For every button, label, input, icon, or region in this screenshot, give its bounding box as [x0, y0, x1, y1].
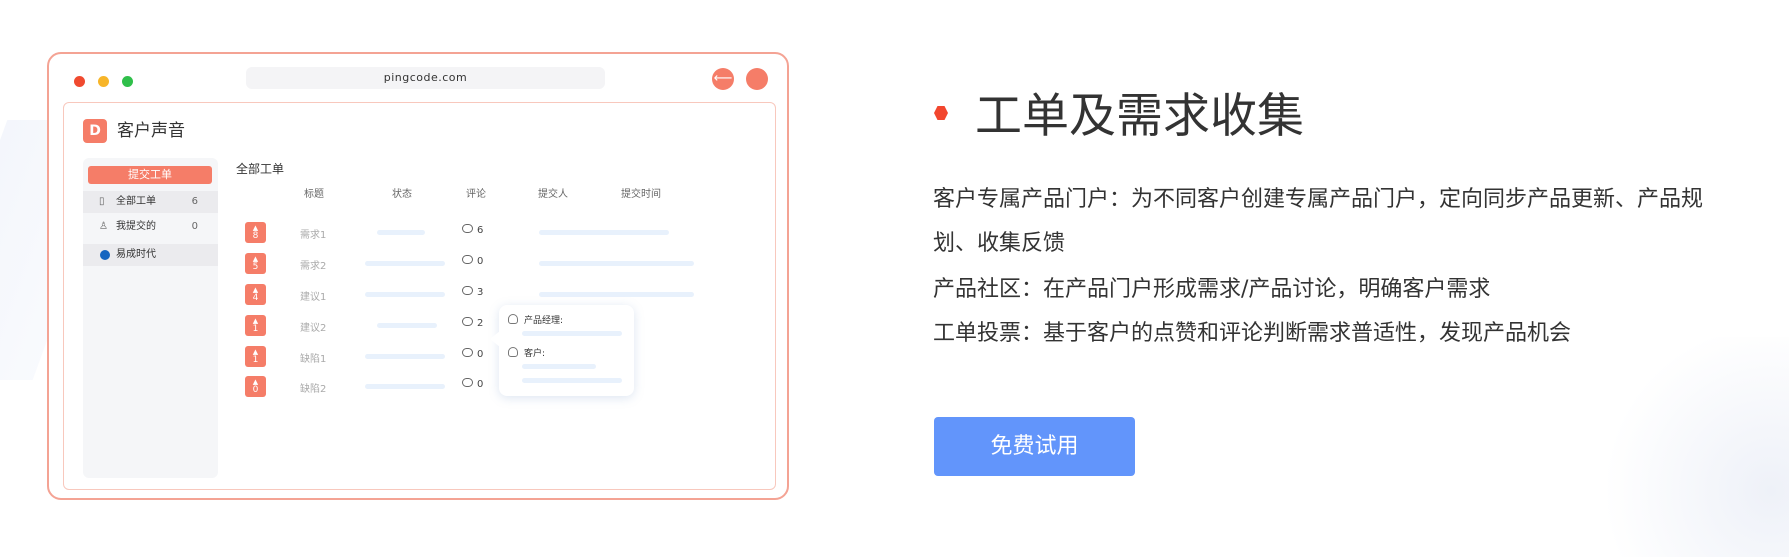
- row-placeholder-bar: [539, 261, 694, 266]
- app-title: 客户声音: [117, 121, 185, 141]
- feature-line-2: 划、收集反馈: [933, 231, 1066, 256]
- sidebar-item-label: 全部工单: [116, 196, 156, 207]
- status-placeholder: [377, 323, 437, 328]
- comment-icon: [462, 224, 473, 233]
- free-trial-button[interactable]: 免费试用: [934, 417, 1135, 476]
- user-icon: ♙: [99, 221, 108, 232]
- comment-count: 6: [462, 224, 483, 236]
- vote-badge: ▲ 1: [245, 346, 266, 367]
- status-placeholder: [365, 384, 445, 389]
- sidebar-item-label: 我提交的: [116, 221, 156, 232]
- comment-icon: [462, 378, 473, 387]
- popup-placeholder-bar: [522, 364, 596, 369]
- user-icon: [508, 347, 518, 357]
- vote-badge: ▲ 5: [245, 253, 266, 274]
- feature-line-4: 工单投票：基于客户的点赞和评论判断需求普适性，发现产品机会: [933, 321, 1572, 346]
- comment-icon: [462, 348, 473, 357]
- column-header-submit-time: 提交时间: [621, 189, 661, 200]
- sidebar-item-label: 易成时代: [116, 249, 156, 260]
- page-heading: 工单及需求收集: [975, 89, 1304, 144]
- sidebar: 提交工单 ▯ 全部工单 6 ♙ 我提交的 0 易成时代: [83, 158, 218, 478]
- popup-manager-row: 产品经理:: [508, 313, 563, 326]
- row-title: 建议2: [300, 323, 327, 334]
- list-title: 全部工单: [236, 162, 285, 176]
- row-title: 建议1: [300, 292, 327, 303]
- column-header-title: 标题: [304, 189, 324, 200]
- row-placeholder-bar: [539, 230, 669, 235]
- comment-icon: [462, 255, 473, 264]
- browser-mockup: pingcode.com ⟵ D 客户声音 提交工单 ▯ 全部工单 6 ♙ 我提…: [47, 52, 789, 500]
- popup-pointer: [490, 331, 500, 347]
- column-header-status: 状态: [392, 189, 412, 200]
- sidebar-item-org: 易成时代: [83, 244, 218, 266]
- status-placeholder: [377, 230, 425, 235]
- heading-bullet-icon: [934, 106, 948, 120]
- submit-ticket-button: 提交工单: [88, 166, 212, 184]
- app-logo-icon: D: [83, 119, 107, 143]
- vote-badge: ▲ 8: [245, 222, 266, 243]
- feature-line-3: 产品社区：在产品门户形成需求/产品讨论，明确客户需求: [933, 277, 1491, 302]
- window-maximize-dot: [122, 76, 133, 87]
- comment-icon: [462, 317, 473, 326]
- sidebar-item-all-tickets: ▯ 全部工单 6: [83, 191, 218, 213]
- back-arrow-icon: ⟵: [712, 68, 734, 90]
- feature-line-1: 客户专属产品门户：为不同客户创建专属产品门户，定向同步产品更新、产品规: [933, 187, 1704, 212]
- comment-icon: [462, 286, 473, 295]
- comment-count: 3: [462, 286, 483, 298]
- status-placeholder: [365, 261, 445, 266]
- row-title: 需求1: [300, 230, 327, 241]
- comment-count: 0: [462, 348, 483, 360]
- column-header-comments: 评论: [466, 189, 486, 200]
- row-placeholder-bar: [539, 292, 694, 297]
- row-title: 需求2: [300, 261, 327, 272]
- status-placeholder: [365, 292, 445, 297]
- popup-customer-row: 客户:: [508, 346, 545, 359]
- clipboard-icon: ▯: [99, 196, 105, 207]
- vote-badge: ▲ 4: [245, 284, 266, 305]
- popup-placeholder-bar: [522, 331, 622, 336]
- address-bar: pingcode.com: [246, 67, 605, 89]
- vote-badge: ▲ 1: [245, 315, 266, 336]
- popup-placeholder-bar: [522, 378, 622, 383]
- org-icon: [100, 250, 110, 260]
- account-circle-icon: [746, 68, 768, 90]
- app-window: D 客户声音 提交工单 ▯ 全部工单 6 ♙ 我提交的 0 易成时代 全部工单 …: [63, 102, 776, 490]
- sidebar-item-count: 0: [191, 221, 198, 232]
- comment-count: 2: [462, 317, 483, 329]
- vote-badge: ▲ 0: [245, 376, 266, 397]
- comment-count: 0: [462, 255, 483, 267]
- sidebar-item-count: 6: [191, 196, 198, 207]
- sidebar-item-my-submissions: ♙ 我提交的 0: [83, 216, 218, 238]
- row-title: 缺陷1: [300, 354, 327, 365]
- status-placeholder: [365, 354, 445, 359]
- comment-count: 0: [462, 378, 483, 390]
- window-minimize-dot: [98, 76, 109, 87]
- window-close-dot: [74, 76, 85, 87]
- user-icon: [508, 314, 518, 324]
- row-title: 缺陷2: [300, 384, 327, 395]
- assignee-popup: 产品经理: 客户:: [490, 305, 634, 396]
- column-header-submitter: 提交人: [538, 189, 568, 200]
- background-shape-right: [1589, 337, 1789, 557]
